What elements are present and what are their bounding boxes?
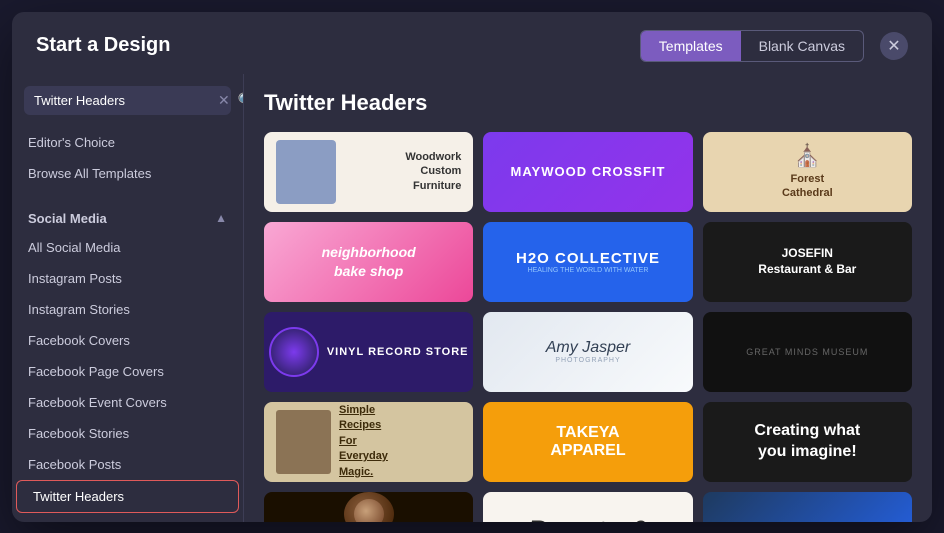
template-title: Amy Jasper: [546, 339, 630, 357]
template-beauty[interactable]: Beauty &: [483, 492, 692, 522]
template-josefin[interactable]: JOSEFINRestaurant & Bar: [703, 222, 912, 302]
tab-group: Templates Blank Canvas: [640, 30, 864, 62]
template-text: WoodworkCustomFurniture: [405, 150, 461, 193]
creating-line1: Creating what: [754, 422, 860, 439]
template-text: GREAT MINDS MUSEUM: [746, 347, 868, 357]
template-maywood[interactable]: MAYWOOD CROSSFIT: [483, 132, 692, 212]
template-amy[interactable]: Amy Jasper PHOTOGRAPHY: [483, 312, 692, 392]
sidebar-item-facebook-event-covers[interactable]: Facebook Event Covers: [12, 387, 243, 418]
sidebar-item-twitter-posts[interactable]: Twitter Posts: [12, 513, 243, 522]
sidebar-item-all-social[interactable]: All Social Media: [12, 232, 243, 263]
templates-grid: WoodworkCustomFurniture MAYWOOD CROSSFIT…: [264, 132, 912, 522]
sidebar-item-facebook-page-covers[interactable]: Facebook Page Covers: [12, 356, 243, 387]
start-a-design-modal: Start a Design Templates Blank Canvas ✕ …: [12, 12, 932, 522]
modal-body: ✕ 🔍 Editor's Choice Browse All Templates…: [12, 74, 932, 522]
tab-templates[interactable]: Templates: [641, 31, 741, 61]
social-media-section: Social Media ▲: [12, 201, 243, 232]
clear-icon[interactable]: ✕: [218, 93, 230, 107]
template-text: MAYWOOD CROSSFIT: [511, 164, 666, 179]
template-vinyl[interactable]: VINYL RECORD STORE: [264, 312, 473, 392]
template-title: H2O COLLECTIVE: [516, 250, 660, 267]
template-text: neighborhoodbake shop: [322, 243, 416, 279]
coffee-icon: [344, 492, 394, 522]
template-h2o[interactable]: H2O COLLECTIVE HEALING THE WORLD WITH WA…: [483, 222, 692, 302]
sidebar-item-editors-choice[interactable]: Editor's Choice: [12, 127, 243, 158]
template-text: Beauty &: [527, 515, 649, 522]
sidebar-item-instagram-stories[interactable]: Instagram Stories: [12, 294, 243, 325]
template-takeya[interactable]: TAKEYAAPPAREL: [483, 402, 692, 482]
template-text: Creating what you imagine!: [754, 421, 860, 463]
sidebar-item-instagram-posts[interactable]: Instagram Posts: [12, 263, 243, 294]
template-forest[interactable]: ⛪ ForestCathedral: [703, 132, 912, 212]
creating-line2: you imagine!: [758, 443, 857, 460]
main-content: Twitter Headers WoodworkCustomFurniture …: [244, 74, 932, 522]
template-richroast[interactable]: RICH ROAST — Coffee —: [264, 492, 473, 522]
sidebar-item-facebook-covers[interactable]: Facebook Covers: [12, 325, 243, 356]
modal-title: Start a Design: [36, 34, 170, 57]
close-button[interactable]: ✕: [880, 32, 908, 60]
template-text: the Best: [768, 520, 847, 522]
template-image: [276, 140, 336, 204]
church-icon: ⛪: [794, 143, 821, 169]
template-text: ForestCathedral: [782, 173, 833, 199]
page-title: Twitter Headers: [264, 90, 912, 116]
template-creating[interactable]: Creating what you imagine!: [703, 402, 912, 482]
template-text: VINYL RECORD STORE: [327, 346, 469, 358]
template-image: [276, 410, 331, 474]
template-text: SimpleRecipesForEverydayMagic.: [339, 403, 388, 480]
template-museum[interactable]: GREAT MINDS MUSEUM: [703, 312, 912, 392]
template-subtitle: PHOTOGRAPHY: [555, 357, 620, 364]
template-best[interactable]: the Best: [703, 492, 912, 522]
sidebar-item-browse-all[interactable]: Browse All Templates: [12, 158, 243, 189]
sidebar: ✕ 🔍 Editor's Choice Browse All Templates…: [12, 74, 244, 522]
template-text: JOSEFINRestaurant & Bar: [758, 246, 856, 277]
template-woodwork[interactable]: WoodworkCustomFurniture: [264, 132, 473, 212]
modal-header: Start a Design Templates Blank Canvas ✕: [12, 12, 932, 74]
sidebar-item-facebook-stories[interactable]: Facebook Stories: [12, 418, 243, 449]
template-text: TAKEYAAPPAREL: [550, 424, 625, 460]
chevron-up-icon: ▲: [215, 211, 227, 225]
vinyl-disc-icon: [269, 327, 319, 377]
sidebar-item-twitter-headers[interactable]: Twitter Headers: [16, 480, 239, 513]
search-input[interactable]: [34, 93, 210, 108]
template-subtitle: HEALING THE WORLD WITH WATER: [528, 267, 649, 274]
coffee-inner: [354, 499, 384, 522]
sidebar-item-facebook-posts[interactable]: Facebook Posts: [12, 449, 243, 480]
template-recipes[interactable]: SimpleRecipesForEverydayMagic.: [264, 402, 473, 482]
search-box[interactable]: ✕ 🔍: [24, 86, 231, 115]
tab-blank-canvas[interactable]: Blank Canvas: [741, 31, 863, 61]
template-neighborhood[interactable]: neighborhoodbake shop: [264, 222, 473, 302]
